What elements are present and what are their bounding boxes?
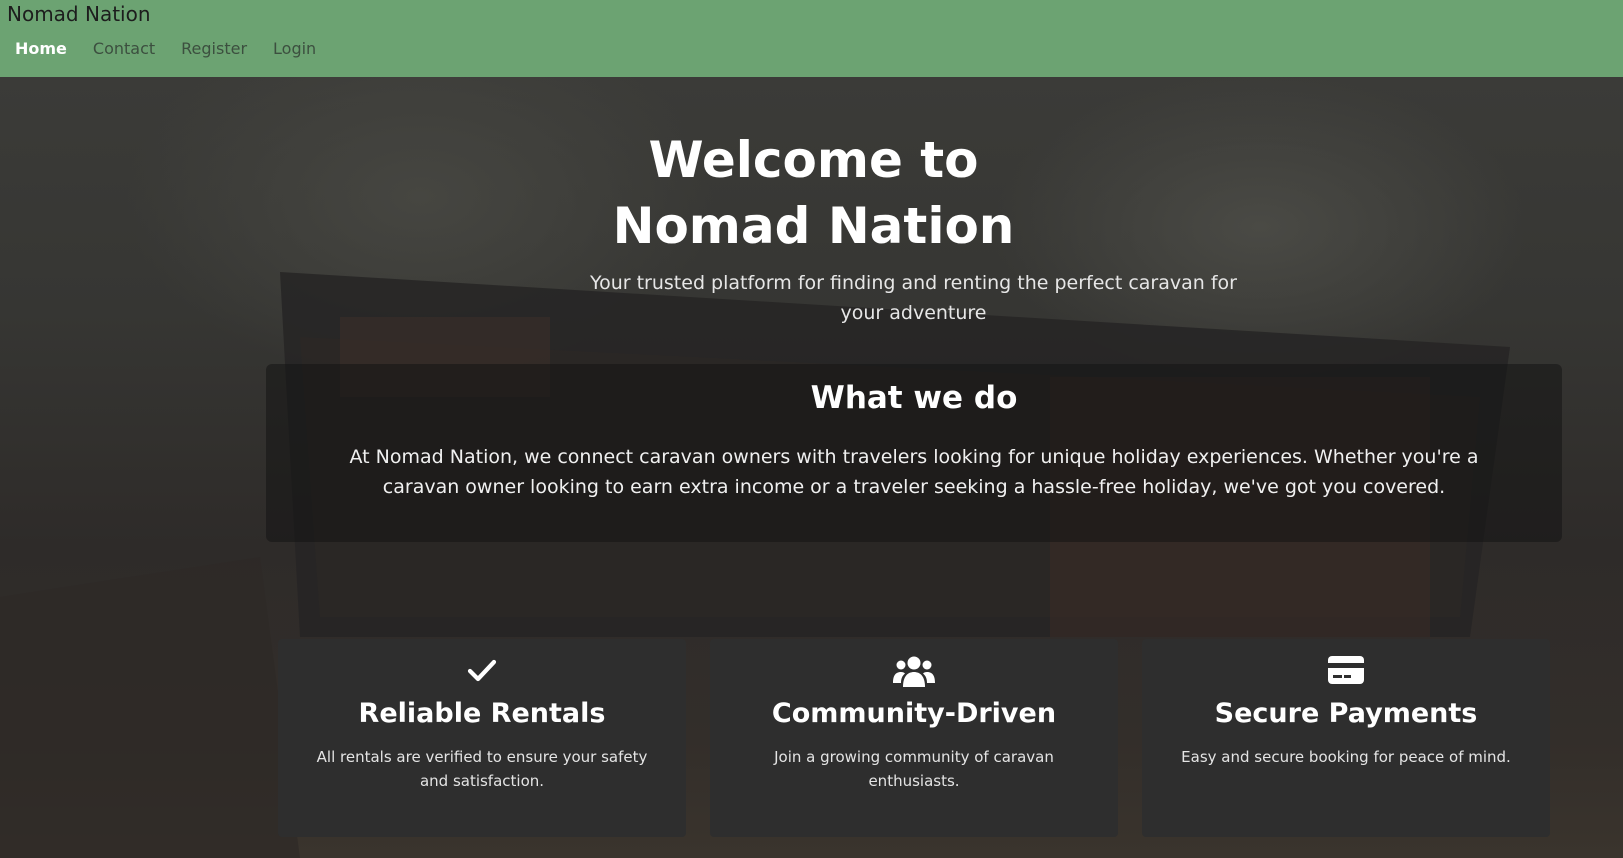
feature-card-community-driven: Community-Driven Join a growing communit… bbox=[710, 639, 1118, 837]
top-navbar: Nomad Nation Home Contact Register Login bbox=[0, 0, 1623, 77]
what-we-do-text: At Nomad Nation, we connect caravan owne… bbox=[349, 446, 1479, 498]
users-icon bbox=[710, 654, 1118, 688]
credit-card-icon bbox=[1142, 654, 1550, 688]
feature-text: Easy and secure booking for peace of min… bbox=[1181, 748, 1511, 766]
feature-text: All rentals are verified to ensure your … bbox=[316, 748, 648, 790]
feature-card-secure-payments: Secure Payments Easy and secure booking … bbox=[1142, 639, 1550, 837]
feature-text: Join a growing community of caravan enth… bbox=[774, 748, 1054, 790]
main-nav: Home Contact Register Login bbox=[15, 39, 342, 58]
nav-contact-link[interactable]: Contact bbox=[93, 39, 155, 58]
nav-register-link[interactable]: Register bbox=[181, 39, 247, 58]
nav-home-link[interactable]: Home bbox=[15, 39, 67, 58]
checkmark-icon bbox=[278, 654, 686, 688]
what-we-do-section: What we do At Nomad Nation, we connect c… bbox=[266, 364, 1562, 542]
feature-title: Reliable Rentals bbox=[358, 698, 606, 729]
hero-section: Welcome to Nomad Nation Your trusted pla… bbox=[0, 77, 1623, 858]
feature-card-reliable-rentals: Reliable Rentals All rentals are verifie… bbox=[278, 639, 686, 837]
feature-title: Community-Driven bbox=[771, 698, 1057, 729]
nav-login-link[interactable]: Login bbox=[273, 39, 316, 58]
what-we-do-title: What we do bbox=[810, 380, 1018, 416]
hero-title: Welcome to Nomad Nation bbox=[612, 131, 1015, 255]
feature-title: Secure Payments bbox=[1214, 698, 1478, 729]
hero-subtitle: Your trusted platform for finding and re… bbox=[590, 272, 1237, 324]
brand-link[interactable]: Nomad Nation bbox=[7, 2, 151, 26]
